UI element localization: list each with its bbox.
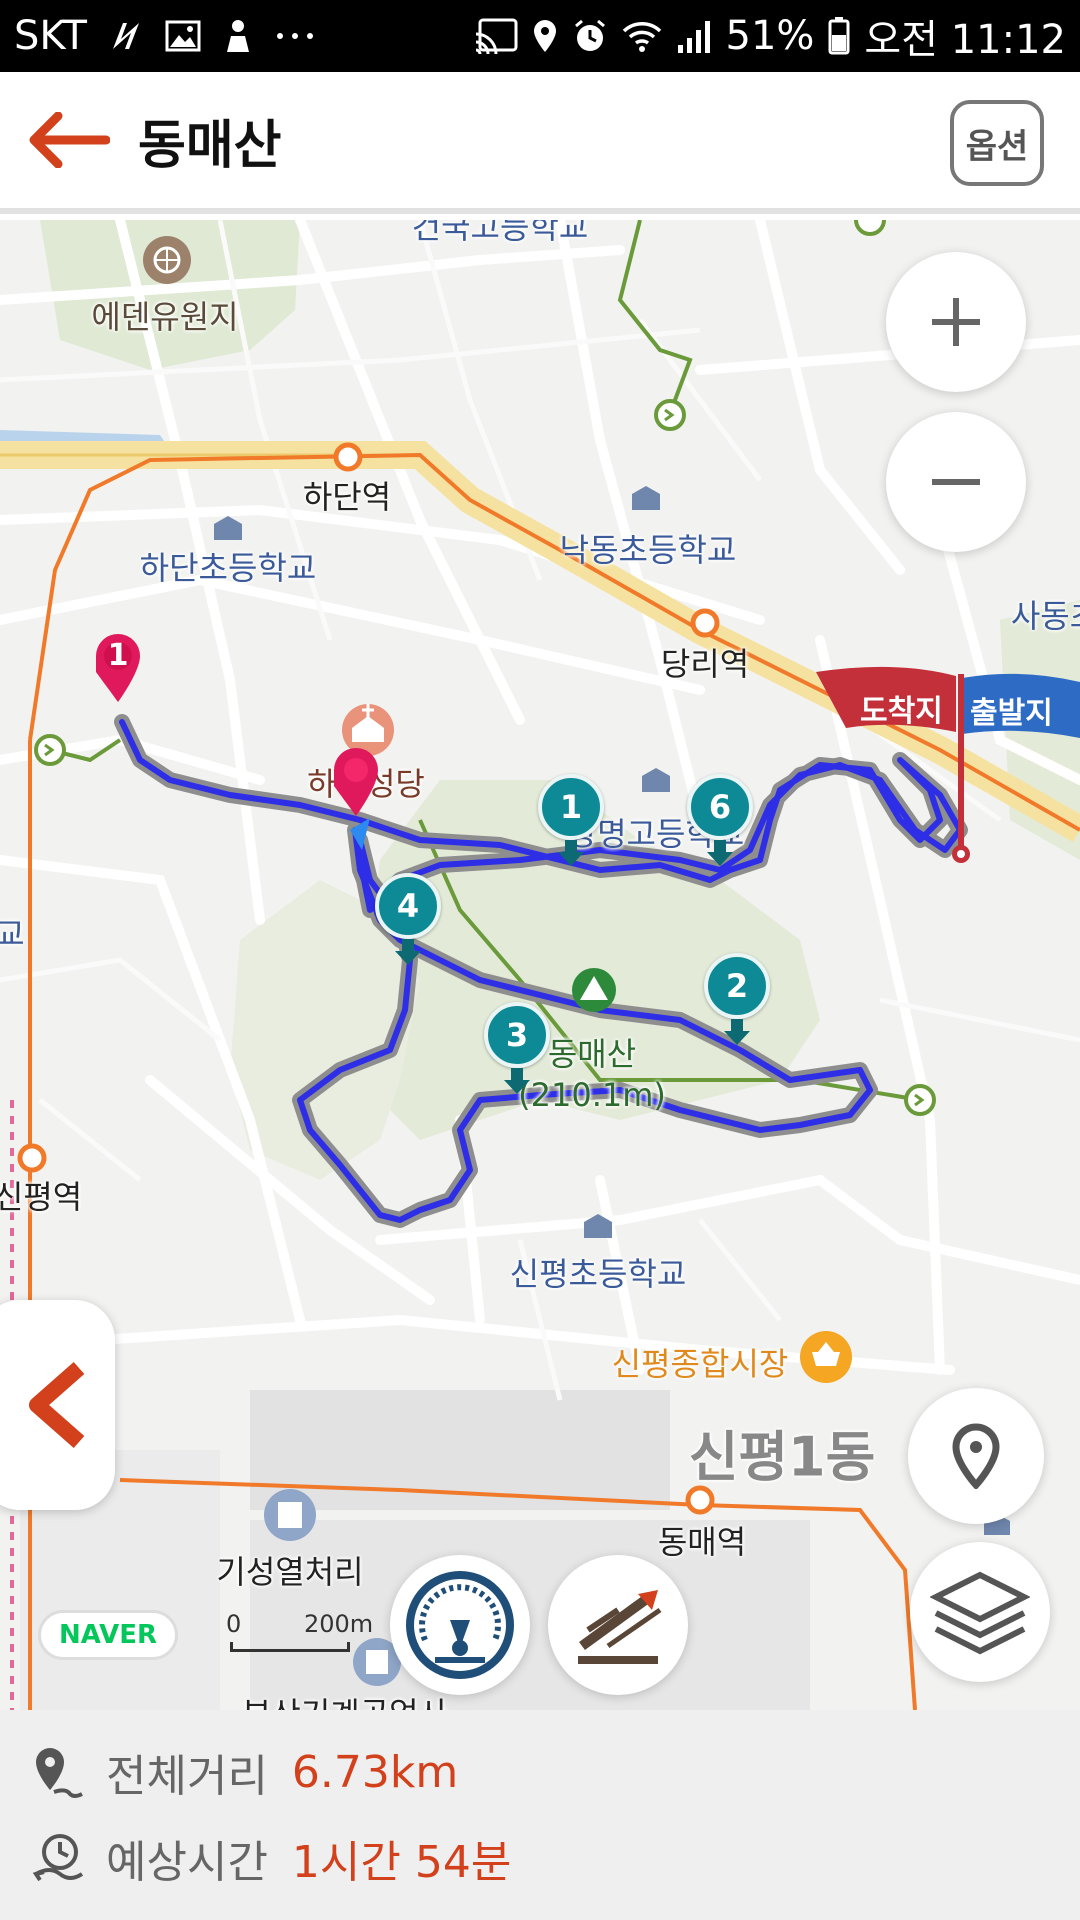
time-row: 예상시간 1시간 54분 <box>30 1826 511 1890</box>
route-info-panel: 전체거리 6.73km 예상시간 1시간 54분 <box>0 1710 1080 1920</box>
waypoint-pointer-icon <box>558 840 584 866</box>
map-scale: 0 200m <box>226 1610 376 1660</box>
distance-label: 전체거리 <box>106 1751 268 1802</box>
speedometer-icon <box>406 1571 514 1679</box>
data-saver-icon <box>109 19 143 53</box>
wifi-icon <box>622 19 662 53</box>
map-label-gisung: 기성열처리 <box>216 1553 364 1591</box>
my-location-button[interactable] <box>908 1388 1044 1524</box>
waypoint-label: 1 <box>559 788 583 826</box>
waypoint-6[interactable]: 6 <box>687 774 753 866</box>
waypoint-3[interactable]: 3 <box>484 1002 550 1094</box>
speed-button[interactable] <box>390 1555 530 1695</box>
waypoint-label: 3 <box>505 1016 529 1054</box>
zoom-out-button[interactable] <box>886 412 1026 552</box>
pin-icon <box>334 748 378 816</box>
carrier-label: SKT <box>14 13 87 59</box>
map-label-sinpyeong-market: 신평종합시장 <box>611 1345 789 1383</box>
elevation-button[interactable] <box>548 1555 688 1695</box>
map-label-sadong: 사동초 <box>1010 597 1080 635</box>
map-pin-start[interactable]: 1 <box>94 632 142 708</box>
map-label-dangni-station: 당리역 <box>660 645 750 683</box>
naver-logo: NAVER <box>38 1610 178 1660</box>
layers-icon <box>930 1571 1030 1655</box>
waypoint-pointer-icon <box>724 1019 750 1045</box>
arrival-flag-label: 도착지 <box>860 694 943 729</box>
map-label-hadan-station: 하단역 <box>302 478 392 516</box>
map-label-nakdong-school: 낙동초등학교 <box>559 531 737 569</box>
gallery-icon <box>165 20 201 52</box>
waypoint-pointer-icon <box>707 840 733 866</box>
location-icon <box>532 18 558 54</box>
plus-icon <box>932 298 980 346</box>
alarm-icon <box>572 18 608 54</box>
map-label-hadan-school: 하단초등학교 <box>139 549 317 587</box>
map-label-dongmae-station: 동매역 <box>657 1523 747 1561</box>
chevron-left-icon <box>28 1361 84 1449</box>
more-notifications-icon <box>275 31 315 41</box>
distance-value: 6.73km <box>291 1746 459 1798</box>
location-pin-icon <box>952 1423 1000 1489</box>
scale-distance: 200m <box>304 1610 374 1638</box>
clock: 오전 11:12 <box>864 17 1066 63</box>
map-label-dongmaesan: 동매산 <box>547 1035 637 1073</box>
map-label-busan-partial: 부산기계공업사 <box>242 1689 448 1710</box>
waypoint-1[interactable]: 1 <box>538 774 604 866</box>
waypoint-2[interactable]: 2 <box>704 953 770 1045</box>
battery-icon <box>828 17 850 55</box>
waypoint-pointer-icon <box>395 939 421 965</box>
app-header: 동매산 옵션 <box>0 72 1080 214</box>
map-label-school-top: 건국고등학교 <box>411 220 589 246</box>
incline-icon <box>578 1590 662 1664</box>
scale-line <box>230 1642 350 1652</box>
page-title: 동매산 <box>138 115 282 176</box>
cast-icon <box>474 18 518 54</box>
map-label-sinpyeong-school: 신평초등학교 <box>509 1255 687 1293</box>
time-value: 1시간 54분 <box>291 1837 512 1888</box>
map-label-gyo: 교 <box>0 915 25 953</box>
waypoint-label: 4 <box>396 887 420 925</box>
clock-icon <box>32 1834 84 1882</box>
waypoint-label: 6 <box>708 788 732 826</box>
distance-pin-icon <box>36 1748 83 1798</box>
waypoint-label: 2 <box>725 967 749 1005</box>
minus-icon <box>932 479 980 485</box>
departure-flag: 출발지 <box>950 668 1080 868</box>
map-label-eden: 에덴유원지 <box>91 298 239 336</box>
zoom-in-button[interactable] <box>886 252 1026 392</box>
side-panel-toggle[interactable] <box>0 1300 115 1510</box>
map-view[interactable]: 건국고등학교 에덴유원지 하단역 낙동초등학교 하단초등학교 사동초 당리역 하… <box>0 220 1080 1710</box>
back-button[interactable] <box>4 69 134 211</box>
pin-label: 1 <box>107 638 129 673</box>
map-label-dongmaesan-height: (210.1m) <box>518 1076 666 1114</box>
map-label-sinpyeong1dong: 신평1동 <box>688 1425 876 1489</box>
layers-button[interactable] <box>910 1542 1050 1682</box>
battery-percent: 51% <box>725 13 815 59</box>
signal-icon <box>676 19 712 53</box>
waypoint-pointer-icon <box>504 1068 530 1094</box>
waypoint-4[interactable]: 4 <box>375 873 441 965</box>
app-icon <box>223 18 253 54</box>
distance-row: 전체거리 6.73km <box>30 1740 458 1804</box>
time-label: 예상시간 <box>106 1837 268 1888</box>
departure-flag-label: 출발지 <box>970 696 1053 731</box>
scale-zero: 0 <box>226 1610 242 1638</box>
map-pin-church[interactable] <box>332 746 380 822</box>
back-arrow-icon <box>29 112 110 168</box>
options-button[interactable]: 옵션 <box>950 100 1044 186</box>
status-bar: SKT 51% 오전 11:12 <box>0 0 1080 72</box>
map-label-sinpyeong-station: 신평역 <box>0 1178 83 1216</box>
